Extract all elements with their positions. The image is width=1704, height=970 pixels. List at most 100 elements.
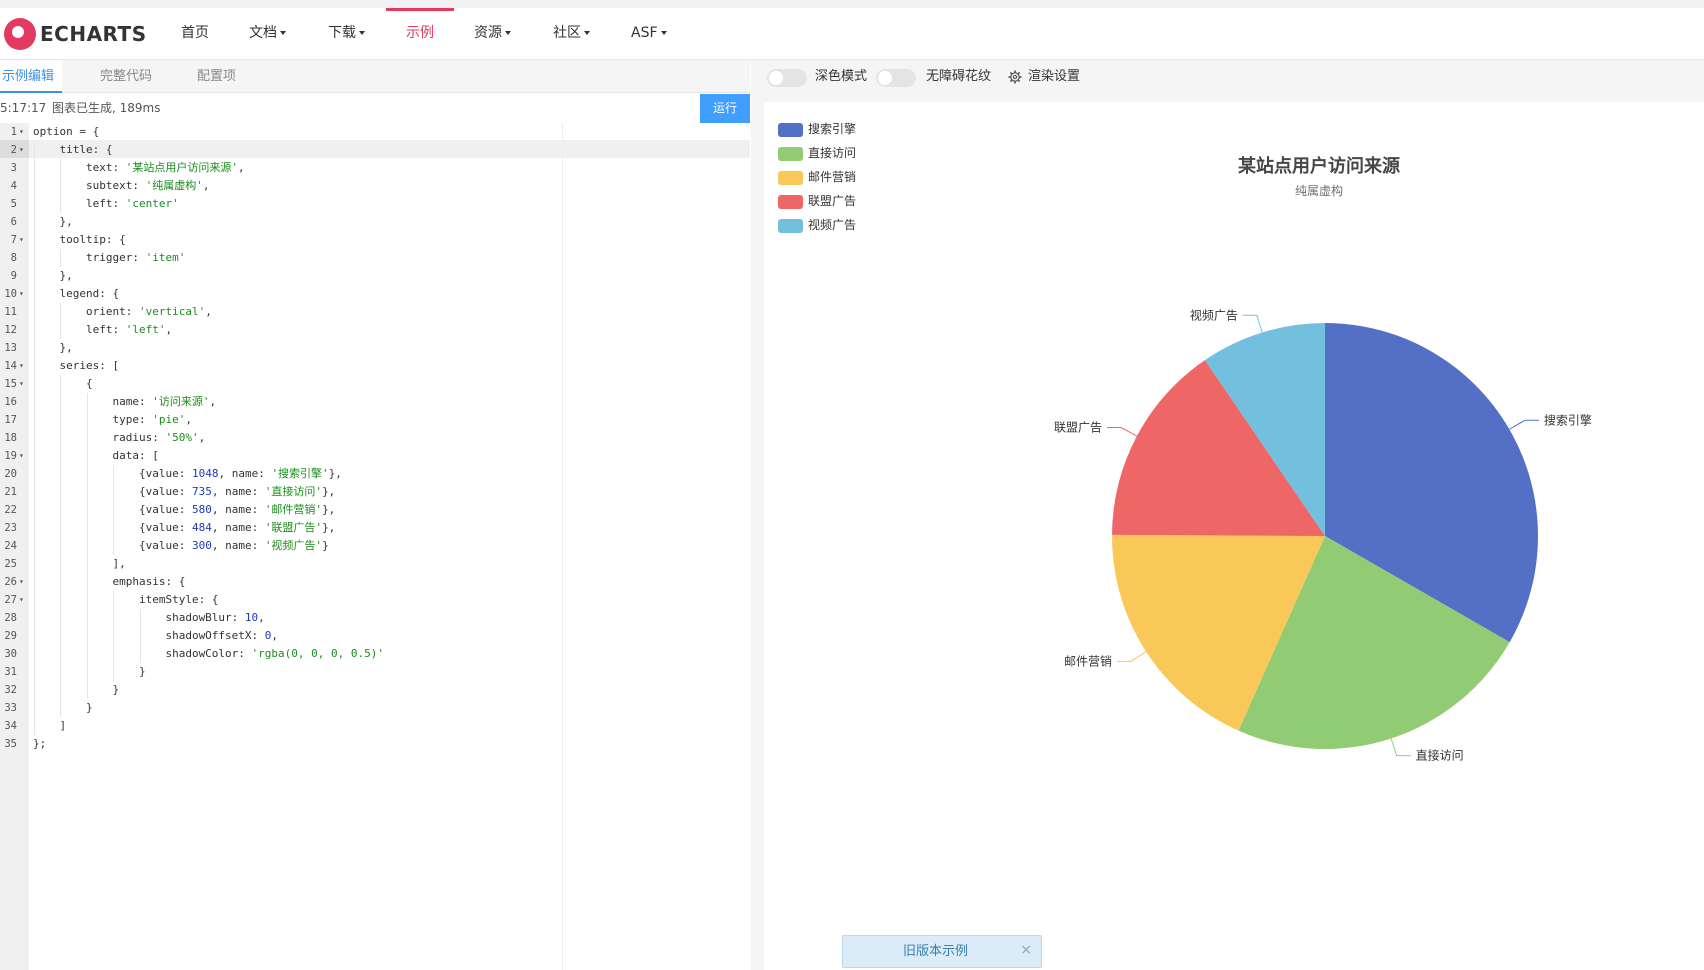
indent-guide	[34, 195, 35, 213]
fold-toggle-icon[interactable]: ▾	[19, 591, 24, 609]
indent-guide	[60, 681, 62, 699]
fold-toggle-icon[interactable]: ▾	[19, 357, 24, 375]
line-number: 1	[10, 126, 17, 138]
fold-toggle-icon[interactable]: ▾	[19, 447, 24, 465]
code-text: }	[33, 665, 146, 678]
fold-toggle-icon[interactable]: ▾	[19, 123, 24, 141]
accessible-pattern-toggle[interactable]	[876, 69, 916, 87]
old-version-link[interactable]: 旧版本示例	[843, 936, 1028, 967]
line-number: 4	[10, 180, 17, 192]
legend-label: 搜索引擎	[808, 122, 857, 136]
indent-guide	[113, 645, 115, 663]
code-text: title: {	[33, 143, 113, 156]
line-number: 18	[4, 432, 17, 444]
line-number: 22	[4, 504, 17, 516]
indent-guide	[60, 537, 62, 555]
nav-item-4[interactable]: 资源	[474, 22, 511, 60]
indent-guide	[34, 159, 35, 177]
code-text: }	[33, 683, 120, 696]
nav-item-3[interactable]: 示例	[386, 8, 454, 60]
caret-down-icon	[505, 31, 511, 35]
fold-toggle-icon[interactable]: ▾	[19, 141, 24, 159]
tab-example-edit[interactable]: 示例编辑	[0, 60, 63, 93]
code-line: 1 ▾ option = {	[0, 123, 750, 141]
code-text: shadowOffsetX: 0,	[33, 629, 279, 642]
code-line: 13 },	[0, 339, 750, 357]
code-line: 4 subtext: '纯属虚构',	[0, 177, 750, 195]
close-icon[interactable]: ×	[1020, 942, 1032, 958]
indent-guide	[34, 213, 35, 231]
fold-toggle-icon[interactable]: ▾	[19, 375, 24, 393]
indent-guide	[60, 177, 62, 195]
code-text: };	[33, 737, 47, 750]
indent-guide	[34, 501, 35, 519]
render-settings-label[interactable]: 渲染设置	[1028, 60, 1080, 94]
code-line: 25 ],	[0, 555, 750, 573]
nav-item-5[interactable]: 社区	[553, 22, 590, 60]
nav-item-1[interactable]: 文档	[249, 22, 286, 60]
nav-item-2[interactable]: 下载	[328, 22, 365, 60]
line-number: 21	[4, 486, 17, 498]
gear-icon[interactable]	[1008, 70, 1022, 84]
code-text: }	[33, 701, 93, 714]
line-number: 6	[10, 216, 17, 228]
code-text: emphasis: {	[33, 575, 186, 588]
indent-guide	[34, 681, 35, 699]
indent-guide	[34, 519, 35, 537]
line-number: 31	[4, 666, 17, 678]
indent-guide	[60, 519, 62, 537]
indent-guide	[34, 699, 35, 717]
fold-toggle-icon[interactable]: ▾	[19, 285, 24, 303]
code-text: {value: 735, name: '直接访问'},	[138, 485, 336, 498]
preview-toolbar: 深色模式 无障碍花纹 渲染设置	[751, 60, 1704, 94]
indent-guide	[34, 663, 35, 681]
indent-guide	[86, 393, 88, 411]
code-line: 26 ▾ emphasis: {	[0, 573, 750, 591]
nav-item-0[interactable]: 首页	[181, 22, 209, 60]
code-line: 35};	[0, 735, 750, 753]
line-number: 7	[10, 234, 17, 246]
code-line: 14 ▾ series: [	[0, 357, 750, 375]
code-line: 12 left: 'left',	[0, 321, 750, 339]
indent-guide	[113, 663, 115, 681]
chart-container: 搜索引擎 直接访问 邮件营销 联盟广告 视频广告 搜索引擎 直接访问 邮件营销 联盟广告 视频广…	[764, 102, 1704, 970]
code-editor[interactable]: 1 ▾ option = {2 ▾ title: {3 text: '某站点用户访问来…	[0, 123, 750, 970]
fold-toggle-icon[interactable]: ▾	[19, 231, 24, 249]
indent-guide	[34, 591, 35, 609]
line-number: 11	[4, 306, 17, 318]
indent-guide	[60, 555, 62, 573]
code-text: type: 'pie',	[33, 413, 192, 426]
code-line: 15 ▾ {	[0, 375, 750, 393]
indent-guide	[34, 321, 35, 339]
fold-toggle-icon[interactable]: ▾	[19, 573, 24, 591]
code-text: {value: 300, name: '视频广告'}	[138, 539, 329, 552]
indent-guide	[60, 447, 62, 465]
indent-guide	[86, 465, 88, 483]
line-number: 10	[4, 288, 17, 300]
indent-guide	[113, 501, 115, 519]
code-text: ],	[33, 557, 126, 570]
tab-full-code[interactable]: 完整代码	[100, 60, 152, 93]
code-text: left: 'left',	[33, 323, 173, 336]
echarts-logo[interactable]: ECHARTS	[4, 17, 147, 51]
nav-item-6[interactable]: ASF	[631, 22, 667, 60]
indent-guide	[113, 483, 115, 501]
chart-title: 某站点用户访问来源	[1238, 156, 1400, 177]
indent-guide	[60, 249, 62, 267]
indent-guide	[34, 411, 35, 429]
tab-options[interactable]: 配置项	[197, 60, 236, 93]
line-number: 20	[4, 468, 17, 480]
code-text: tooltip: {	[33, 233, 126, 246]
code-text: {	[33, 377, 93, 390]
indent-guide	[34, 267, 35, 285]
dark-mode-toggle[interactable]	[767, 69, 807, 87]
old-version-notice[interactable]: 旧版本示例 ×	[842, 935, 1042, 968]
indent-guide	[34, 231, 35, 249]
run-button[interactable]: 运行	[700, 94, 750, 123]
slice-label-line	[1390, 738, 1411, 757]
indent-guide	[34, 303, 35, 321]
caret-down-icon	[584, 31, 590, 35]
line-number: 19	[4, 450, 17, 462]
indent-guide	[60, 195, 62, 213]
code-text: },	[33, 215, 73, 228]
